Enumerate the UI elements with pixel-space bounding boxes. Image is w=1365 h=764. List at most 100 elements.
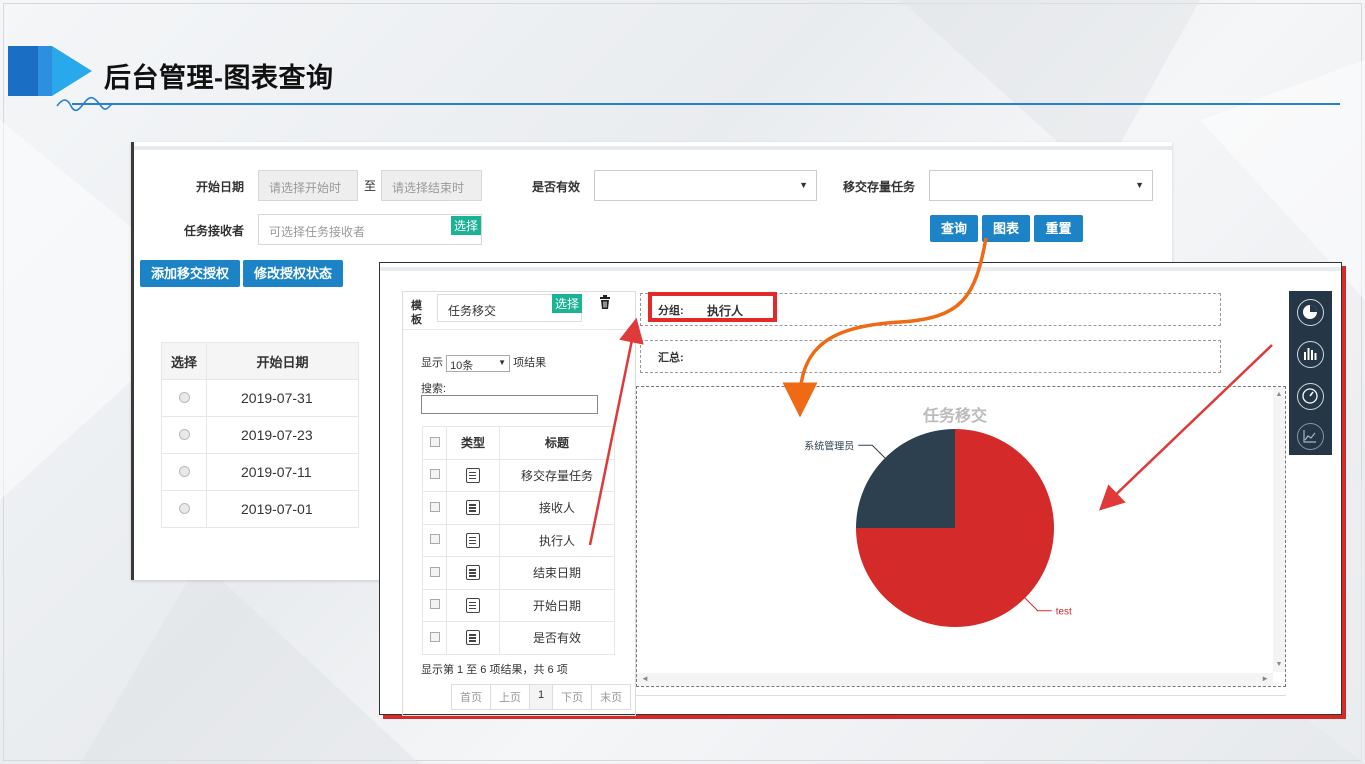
table-row[interactable]: 2019-07-23	[161, 416, 359, 454]
show-suffix: 项结果	[513, 357, 547, 369]
row-checkbox[interactable]	[429, 469, 440, 480]
field-list-pane: 模板 任务移交 选择 显示 10条 ▼ 项结果 搜索: 类型 标题 移交存量任务 …	[402, 291, 636, 716]
table-row[interactable]: 2019-07-31	[161, 379, 359, 417]
title-cell: 执行人	[499, 523, 615, 557]
table-row[interactable]: 移交存量任务	[422, 458, 615, 492]
transfer-label: 移交存量任务	[843, 180, 916, 194]
gauge-icon[interactable]	[1297, 383, 1324, 410]
chart-button[interactable]: 图表	[982, 215, 1030, 242]
pie-slice[interactable]	[856, 429, 955, 528]
modify-auth-button[interactable]: 修改授权状态	[243, 260, 343, 287]
document-icon	[466, 565, 480, 581]
chart-area: 任务移交 test 系统管理员 ▲ ▼ ◄ ►	[636, 386, 1286, 687]
table-row[interactable]: 结束日期	[422, 556, 615, 590]
col-header: 标题	[499, 426, 615, 460]
valid-label: 是否有效	[532, 180, 581, 194]
receiver-input[interactable]: 可选择任务接收者	[258, 214, 482, 245]
transfer-select[interactable]: ▼	[929, 170, 1153, 201]
header-underline	[72, 103, 1340, 105]
valid-select[interactable]: ▼	[594, 170, 817, 201]
chart-title: 任务移交	[922, 406, 987, 425]
start-date-input[interactable]: 请选择开始时	[258, 170, 358, 201]
add-auth-button[interactable]: 添加移交授权	[140, 260, 240, 287]
dropdown-caret-icon: ▼	[498, 357, 507, 367]
auth-table: 选择 开始日期 2019-07-31 2019-07-23 2019-07-11…	[161, 342, 359, 528]
pager-prev[interactable]: 上页	[491, 685, 530, 709]
dropdown-caret-icon: ▼	[1135, 180, 1144, 190]
template-select-button[interactable]: 选择	[552, 294, 583, 313]
receiver-label: 任务接收者	[184, 224, 245, 238]
total-dropzone[interactable]: 汇总:	[640, 340, 1221, 373]
select-all-checkbox[interactable]	[429, 436, 440, 447]
pager-page[interactable]: 1	[530, 685, 554, 709]
date-cell: 2019-07-23	[206, 416, 359, 454]
row-radio[interactable]	[178, 466, 190, 477]
table-row[interactable]: 2019-07-11	[161, 453, 359, 491]
header-wave	[56, 96, 114, 112]
table-row[interactable]: 是否有效	[422, 621, 615, 655]
row-radio[interactable]	[178, 503, 190, 514]
row-checkbox[interactable]	[429, 631, 440, 642]
total-label: 汇总:	[658, 352, 684, 364]
date-cell: 2019-07-01	[206, 490, 359, 528]
highlight-box	[648, 292, 777, 322]
row-checkbox[interactable]	[429, 599, 440, 610]
row-checkbox[interactable]	[429, 566, 440, 577]
row-checkbox[interactable]	[429, 534, 440, 545]
table-row[interactable]: 2019-07-01	[161, 490, 359, 528]
query-button[interactable]: 查询	[930, 215, 978, 242]
pie-chart-icon[interactable]	[1297, 299, 1324, 326]
pagination: 首页 上页 1 下页 末页	[451, 684, 632, 710]
dropdown-caret-icon: ▼	[799, 180, 808, 190]
date-cell: 2019-07-31	[206, 379, 359, 417]
reset-button[interactable]: 重置	[1034, 215, 1083, 242]
pie-label: 系统管理员	[804, 439, 854, 452]
receiver-select-button[interactable]: 选择	[451, 216, 482, 235]
title-cell: 移交存量任务	[499, 458, 615, 492]
header-decor	[8, 46, 38, 96]
field-table: 类型 标题 移交存量任务 接收人 执行人 结束日期 开始日期 是否有效	[422, 426, 615, 655]
row-checkbox[interactable]	[429, 501, 440, 512]
end-date-input[interactable]: 请选择结束时	[381, 170, 482, 201]
title-cell: 结束日期	[499, 556, 615, 590]
pie-label-line	[1024, 597, 1052, 612]
title-cell: 是否有效	[499, 621, 615, 655]
table-summary: 显示第 1 至 6 项结果，共 6 项	[421, 664, 568, 676]
row-radio[interactable]	[178, 429, 190, 440]
date-cell: 2019-07-11	[206, 453, 359, 491]
table-row[interactable]: 执行人	[422, 523, 615, 557]
col-header: 选择	[161, 342, 207, 380]
trash-icon[interactable]	[599, 295, 611, 310]
horizontal-scrollbar[interactable]: ◄ ►	[637, 673, 1273, 686]
col-header: 类型	[446, 426, 500, 460]
title-cell: 接收人	[499, 491, 615, 525]
pie-label-line	[858, 444, 886, 459]
start-date-label: 开始日期	[196, 180, 245, 194]
document-icon	[466, 467, 480, 483]
search-label: 搜索:	[421, 383, 447, 395]
vertical-scrollbar[interactable]: ▲ ▼	[1273, 387, 1285, 672]
document-icon	[466, 630, 480, 646]
page-title: 后台管理-图表查询	[104, 63, 334, 93]
document-icon	[466, 500, 480, 516]
chart-panel: 模板 任务移交 选择 显示 10条 ▼ 项结果 搜索: 类型 标题 移交存量任务 …	[379, 262, 1342, 716]
page-size-select[interactable]: 10条 ▼	[446, 354, 511, 372]
to-label: 至	[364, 179, 377, 193]
search-input[interactable]	[421, 395, 598, 414]
pager-first[interactable]: 首页	[452, 685, 491, 709]
header-decor	[38, 46, 52, 96]
table-row[interactable]: 接收人	[422, 491, 615, 525]
line-chart-icon[interactable]	[1297, 423, 1324, 450]
document-icon	[466, 597, 480, 613]
pager-last[interactable]: 末页	[592, 685, 630, 709]
pie-label: test	[1056, 607, 1072, 618]
chart-type-toolbar	[1289, 291, 1332, 455]
document-icon	[466, 532, 480, 548]
title-cell: 开始日期	[499, 588, 615, 622]
table-row[interactable]: 开始日期	[422, 588, 615, 622]
show-prefix: 显示	[421, 357, 443, 369]
bar-chart-icon[interactable]	[1297, 341, 1324, 368]
row-radio[interactable]	[178, 392, 190, 403]
pager-next[interactable]: 下页	[553, 685, 593, 709]
col-header: 开始日期	[206, 342, 359, 380]
